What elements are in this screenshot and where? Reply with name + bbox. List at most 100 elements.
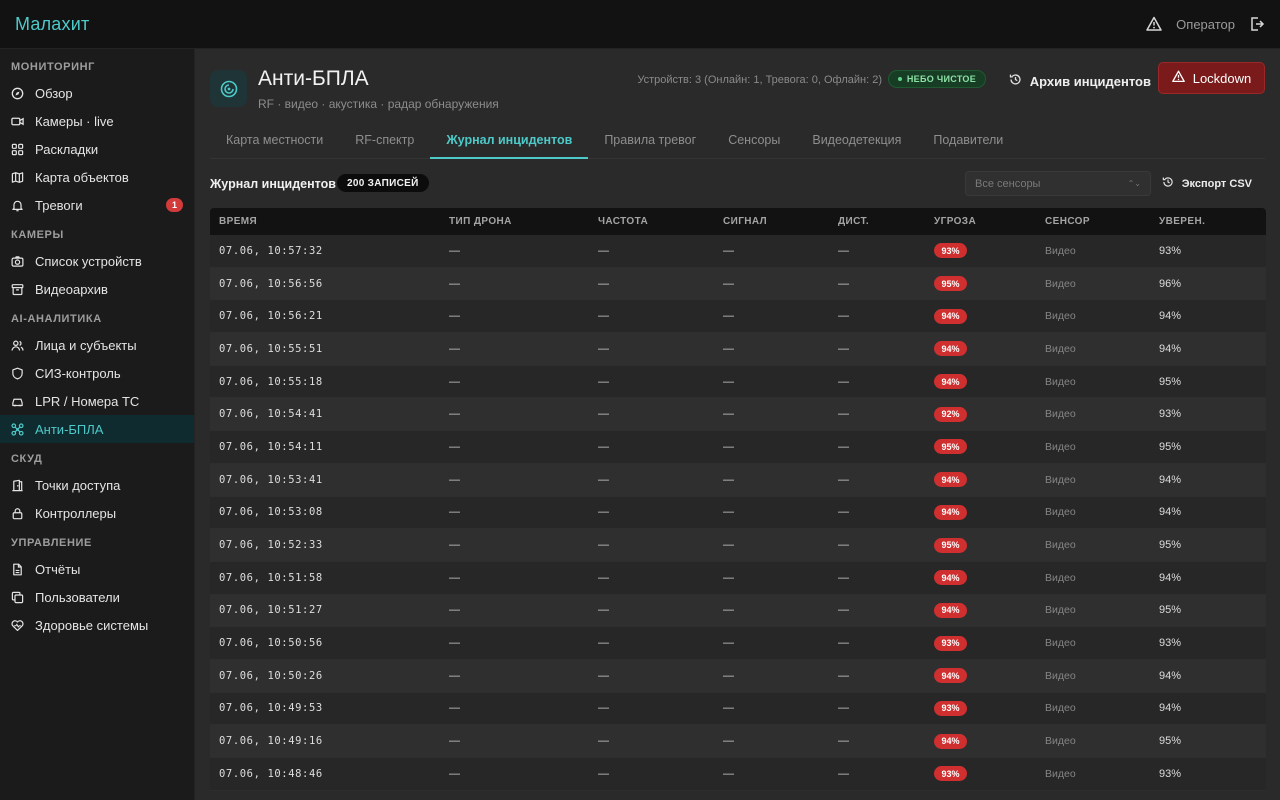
drone-type-cell: — <box>449 571 460 584</box>
signal-cell: — <box>723 342 734 355</box>
lockdown-button[interactable]: Lockdown <box>1158 62 1265 94</box>
table-row[interactable]: 07.06, 10:56:56 — — — — 95% Видео 96% <box>210 267 1266 301</box>
confidence-cell: 94% <box>1159 669 1182 682</box>
time-cell: 07.06, 10:57:32 <box>219 244 323 257</box>
column-header[interactable]: ЧАСТОТА <box>589 216 714 227</box>
sensor-cell: Видео <box>1045 375 1076 388</box>
threat-badge: 93% <box>934 766 967 782</box>
table-row[interactable]: 07.06, 10:50:26 — — — — 94% Видео 94% <box>210 659 1266 693</box>
nav-group-title: AI-АНАЛИТИКА <box>11 313 102 325</box>
bell-icon <box>11 199 24 212</box>
signal-cell: — <box>723 506 734 519</box>
table-row[interactable]: 07.06, 10:53:41 — — — — 94% Видео 94% <box>210 463 1266 497</box>
sidebar-item[interactable]: Анти-БПЛА <box>0 415 194 443</box>
signal-cell: — <box>723 735 734 748</box>
time-cell: 07.06, 10:49:16 <box>219 735 323 748</box>
distance-cell: — <box>838 342 849 355</box>
top-bar: Малахит Оператор <box>0 0 1280 49</box>
table-row[interactable]: 07.06, 10:54:41 — — — — 92% Видео 93% <box>210 398 1266 432</box>
column-header[interactable]: УГРОЗА <box>925 216 1036 227</box>
time-cell: 07.06, 10:53:41 <box>219 473 323 486</box>
status-dot-icon <box>897 77 902 81</box>
sidebar-item[interactable]: Обзор <box>0 79 194 107</box>
signal-cell: — <box>723 637 734 650</box>
column-header[interactable]: ДИСТ. <box>829 216 925 227</box>
table-row[interactable]: 07.06, 10:55:51 — — — — 94% Видео 94% <box>210 333 1266 366</box>
threat-badge: 95% <box>934 439 967 455</box>
sidebar-item-label: СИЗ-контроль <box>35 365 121 381</box>
table-row[interactable]: 07.06, 10:48:46 — — — — 93% Видео 93% <box>210 758 1266 791</box>
confidence-cell: 93% <box>1159 637 1182 650</box>
archive-icon <box>11 283 24 296</box>
sidebar-item[interactable]: Отчёты <box>0 555 194 583</box>
column-header[interactable]: УВЕРЕН. <box>1150 216 1266 227</box>
sidebar-item[interactable]: Раскладки <box>0 135 194 163</box>
table-row[interactable]: 07.06, 10:49:16 — — — — 94% Видео 95% <box>210 725 1266 758</box>
tab[interactable]: Сенсоры <box>712 126 796 159</box>
table-row[interactable]: 07.06, 10:54:11 — — — — 95% Видео 95% <box>210 431 1266 464</box>
tab[interactable]: Видеодетекция <box>796 126 917 159</box>
sidebar-item-label: Камеры · live <box>35 113 114 129</box>
sidebar-item[interactable]: Точки доступа <box>0 471 194 499</box>
signal-cell: — <box>723 702 734 715</box>
sidebar-item[interactable]: Здоровье системы <box>0 611 194 639</box>
sidebar-item[interactable]: Видеоархив <box>0 275 194 303</box>
frequency-cell: — <box>598 702 609 715</box>
page-header: Анти-БПЛА RF · видео · акустика · радар … <box>210 62 1265 115</box>
distance-cell: — <box>838 604 849 617</box>
camera-icon <box>11 255 24 268</box>
table-row[interactable]: 07.06, 10:53:08 — — — — 94% Видео 94% <box>210 496 1266 530</box>
sky-status-label: НЕБО ЧИСТОЕ <box>906 74 976 84</box>
sidebar-item[interactable]: Тревоги 1 <box>0 191 194 219</box>
table-row[interactable]: 07.06, 10:56:21 — — — — 94% Видео 94% <box>210 300 1266 334</box>
tab[interactable]: Подавители <box>917 126 1019 159</box>
sidebar-item[interactable]: Список устройств <box>0 247 194 275</box>
incident-archive-button[interactable]: Архив инцидентов <box>1009 69 1151 93</box>
export-csv-button[interactable]: Экспорт CSV <box>1149 171 1265 196</box>
sidebar-item[interactable]: Контроллеры <box>0 499 194 527</box>
sidebar-item[interactable]: Карта объектов <box>0 163 194 191</box>
table-row[interactable]: 07.06, 10:52:33 — — — — 95% Видео 95% <box>210 529 1266 562</box>
warning-icon <box>1171 70 1185 86</box>
tab[interactable]: Правила тревог <box>588 126 712 159</box>
signal-cell: — <box>723 244 734 257</box>
record-count-badge: 200 ЗАПИСЕЙ <box>337 174 429 192</box>
table-row[interactable]: 07.06, 10:50:56 — — — — 93% Видео 93% <box>210 627 1266 660</box>
frequency-cell: — <box>598 277 609 290</box>
sensor-cell: Видео <box>1045 244 1076 257</box>
threat-badge: 94% <box>934 570 967 586</box>
frequency-cell: — <box>598 375 609 388</box>
table-row[interactable]: 07.06, 10:49:53 — — — — 93% Видео 94% <box>210 692 1266 726</box>
tab[interactable]: RF-спектр <box>339 126 430 159</box>
sensor-cell: Видео <box>1045 506 1076 519</box>
nav-group-title: МОНИТОРИНГ <box>11 61 95 73</box>
tab[interactable]: Журнал инцидентов <box>430 126 589 159</box>
column-header[interactable]: ВРЕМЯ <box>210 216 440 227</box>
nav-group: КАМЕРЫ Список устройств Видеоархив <box>0 225 194 303</box>
confidence-cell: 95% <box>1159 539 1182 552</box>
column-header[interactable]: ТИП ДРОНА <box>440 216 589 227</box>
sensor-filter-select[interactable]: Все сенсоры ⌃⌄ <box>965 171 1151 196</box>
threat-badge: 93% <box>934 243 967 259</box>
sidebar-item[interactable]: СИЗ-контроль <box>0 359 194 387</box>
logout-icon[interactable] <box>1249 16 1265 32</box>
sidebar-item[interactable]: Пользователи <box>0 583 194 611</box>
tab[interactable]: Карта местности <box>210 126 339 159</box>
drone-type-cell: — <box>449 539 460 552</box>
app-logo[interactable]: Малахит <box>15 14 89 35</box>
alert-triangle-icon[interactable] <box>1146 16 1162 32</box>
signal-cell: — <box>723 310 734 323</box>
column-header[interactable]: СЕНСОР <box>1036 216 1150 227</box>
sidebar-item[interactable]: LPR / Номера ТС <box>0 387 194 415</box>
table-row[interactable]: 07.06, 10:51:58 — — — — 94% Видео 94% <box>210 561 1266 595</box>
sensor-cell: Видео <box>1045 637 1076 650</box>
sidebar-item[interactable]: Лица и субъекты <box>0 331 194 359</box>
table-row[interactable]: 07.06, 10:57:32 — — — — 93% Видео 93% <box>210 235 1266 268</box>
shield-icon <box>11 367 24 380</box>
column-header[interactable]: СИГНАЛ <box>714 216 829 227</box>
sidebar-item[interactable]: Камеры · live <box>0 107 194 135</box>
confidence-cell: 94% <box>1159 473 1182 486</box>
table-row[interactable]: 07.06, 10:51:27 — — — — 94% Видео 95% <box>210 594 1266 628</box>
frequency-cell: — <box>598 571 609 584</box>
table-row[interactable]: 07.06, 10:55:18 — — — — 94% Видео 95% <box>210 365 1266 399</box>
